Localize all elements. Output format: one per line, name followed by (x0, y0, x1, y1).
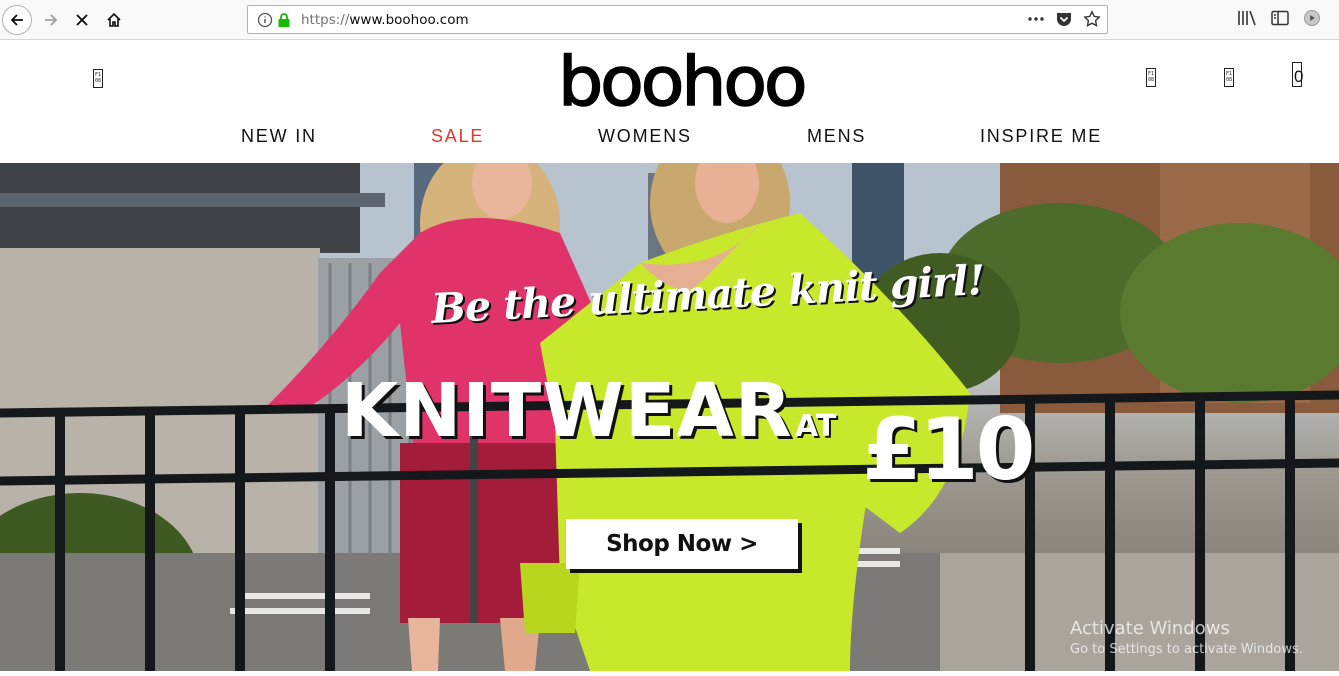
hero-price: £10 (862, 400, 1036, 500)
pocket-icon[interactable] (1055, 10, 1073, 28)
menu-icon[interactable]: F1 08 (93, 69, 103, 88)
search-icon[interactable]: F1 08 (1146, 68, 1156, 87)
browser-toolbar: https://www.boohoo.com (0, 0, 1339, 40)
sidebar-icon[interactable] (1271, 10, 1289, 26)
stop-button[interactable] (67, 5, 97, 35)
nav-item-inspire-me[interactable]: INSPIRE ME (980, 126, 1102, 147)
account-icon[interactable]: F1 08 (1224, 68, 1234, 87)
nav-item-new-in[interactable]: NEW IN (241, 126, 317, 147)
hero-headline: KNITWEAR (341, 368, 793, 454)
watermark-title: Activate Windows (1070, 618, 1230, 639)
url-host: www.boohoo.com (349, 12, 469, 28)
close-icon (76, 14, 88, 26)
forward-button[interactable] (36, 5, 66, 35)
star-icon[interactable] (1083, 10, 1101, 28)
main-nav: NEW IN SALE WOMENS MENS INSPIRE ME (0, 126, 1339, 148)
site-logo[interactable]: boohoo (557, 43, 808, 123)
nav-item-sale[interactable]: SALE (431, 126, 484, 147)
arrow-left-icon (10, 14, 23, 26)
url-scheme: https:// (301, 12, 350, 28)
nav-item-mens[interactable]: MENS (807, 126, 866, 147)
info-icon[interactable] (257, 12, 273, 28)
library-icon[interactable] (1237, 9, 1257, 27)
url-text[interactable]: https://www.boohoo.com (301, 12, 469, 28)
back-button[interactable] (2, 5, 32, 35)
logo-text: boohoo (557, 43, 808, 123)
nav-item-womens[interactable]: WOMENS (598, 126, 692, 147)
home-button[interactable] (99, 5, 129, 35)
extension-icon[interactable] (1303, 9, 1321, 27)
bag-count: 0 (1294, 67, 1304, 86)
home-icon (107, 12, 121, 27)
windows-activation-watermark: Activate Windows Go to Settings to activ… (1070, 618, 1303, 659)
shop-now-button[interactable]: Shop Now > (566, 519, 798, 569)
hero-headline-at: AT (795, 409, 837, 444)
site-header: F1 08 boohoo F1 08 F1 08 0 NEW IN SALE W… (0, 40, 1339, 163)
hero-banner[interactable]: Be the ultimate knit girl! KNITWEAR AT £… (0, 163, 1339, 671)
lock-icon[interactable] (277, 12, 291, 28)
arrow-right-icon (45, 14, 58, 26)
address-bar[interactable]: https://www.boohoo.com (247, 5, 1108, 34)
watermark-subtitle: Go to Settings to activate Windows. (1070, 642, 1303, 657)
more-horizontal-icon[interactable] (1027, 10, 1045, 28)
